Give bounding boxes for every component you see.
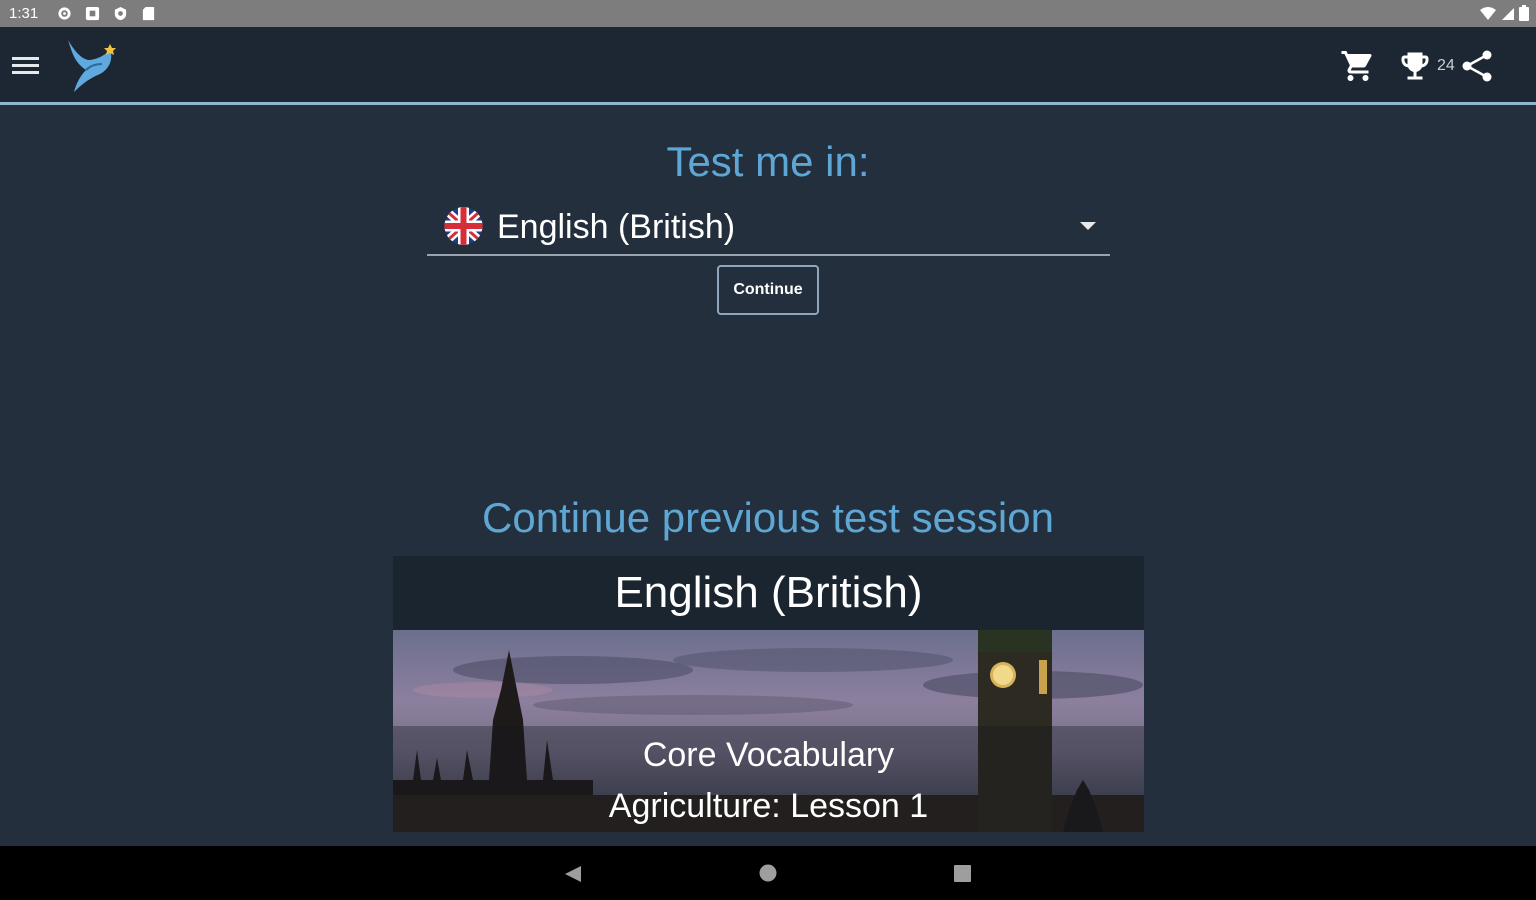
trophy-icon <box>1401 52 1429 80</box>
recents-button[interactable] <box>953 864 972 883</box>
battery-icon <box>1519 5 1529 26</box>
selected-language: English (British) <box>497 208 736 246</box>
trophy-count: 24 <box>1437 57 1455 74</box>
test-me-heading: Test me in: <box>666 138 870 185</box>
back-button[interactable] <box>563 865 585 883</box>
shield-icon <box>113 6 128 21</box>
session-category: Core Vocabulary <box>642 736 895 774</box>
trophy-button[interactable] <box>1397 48 1437 84</box>
app-bar-divider <box>0 102 1536 105</box>
previous-session-card[interactable]: English (British) Core Vocabulary Agricu… <box>393 556 1144 832</box>
bird-logo-icon[interactable] <box>60 36 120 94</box>
recents-icon <box>954 865 971 882</box>
menu-icon <box>12 57 39 74</box>
session-lesson: Agriculture: Lesson 1 <box>608 787 929 825</box>
continue-session-heading: Continue previous test session <box>482 494 1054 541</box>
share-icon <box>1462 50 1492 82</box>
dropdown-caret-icon <box>1080 222 1096 230</box>
signal-icon <box>1501 6 1515 26</box>
status-bar: 1:31 <box>0 0 1536 27</box>
back-icon <box>565 866 581 882</box>
home-button[interactable] <box>758 863 778 883</box>
session-language: English (British) <box>393 556 1144 630</box>
menu-button[interactable] <box>10 53 42 79</box>
share-button[interactable] <box>1458 47 1496 85</box>
status-time: 1:31 <box>9 5 39 22</box>
home-icon <box>759 864 777 882</box>
notification-icon <box>85 6 100 21</box>
language-select[interactable]: English (British) <box>427 200 1110 256</box>
wifi-icon <box>1479 6 1497 26</box>
continue-button[interactable]: Continue <box>717 265 819 315</box>
uk-flag-icon <box>441 206 486 246</box>
sd-card-icon <box>141 6 156 21</box>
cart-button[interactable] <box>1340 48 1376 84</box>
settings-icon <box>57 6 72 21</box>
cart-icon <box>1341 51 1372 81</box>
app-bar <box>0 27 1536 102</box>
